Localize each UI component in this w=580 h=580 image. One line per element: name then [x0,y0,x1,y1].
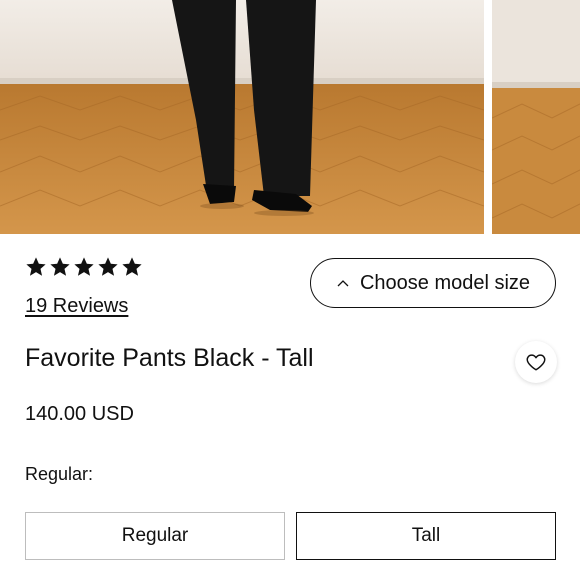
choose-model-size-button[interactable]: Choose model size [310,258,556,308]
product-image-gallery[interactable] [0,0,580,234]
choose-model-size-label: Choose model size [359,271,531,294]
wishlist-button[interactable] [515,341,557,383]
product-photo-next-image [492,0,580,234]
chevron-up-icon [337,280,349,287]
product-photo-next[interactable] [492,0,580,234]
star-filled-icon [97,256,119,278]
star-filled-icon [49,256,71,278]
star-filled-icon [121,256,143,278]
heart-icon [526,354,546,371]
star-filled-icon [73,256,95,278]
product-price: 140.00 USD [25,403,134,425]
rating-stars [25,256,143,278]
star-filled-icon [25,256,47,278]
product-photo-main[interactable] [0,0,484,234]
reviews-link[interactable]: 19 Reviews [25,295,128,318]
variant-option-tall[interactable]: Tall [296,512,556,560]
variant-option-regular[interactable]: Regular [25,512,285,560]
variant-label: Regular: [25,464,94,484]
product-photo-image [0,0,484,234]
product-title: Favorite Pants Black - Tall [25,344,314,372]
